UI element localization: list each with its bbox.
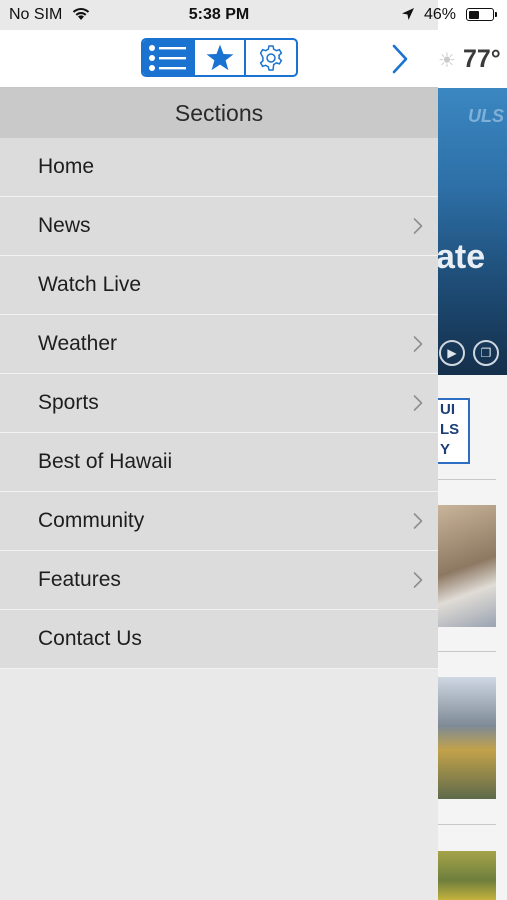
menu-item-label: Features bbox=[38, 568, 121, 591]
menu-item-contact-us[interactable]: Contact Us bbox=[0, 610, 438, 669]
ad-banner[interactable]: UI LS Y bbox=[438, 398, 470, 464]
menu-item-weather[interactable]: Weather bbox=[0, 315, 438, 374]
view-segmented-control[interactable] bbox=[141, 38, 298, 77]
menu-item-best-of-hawaii[interactable]: Best of Hawaii bbox=[0, 433, 438, 492]
divider bbox=[438, 479, 496, 480]
hero-headline: ate bbox=[438, 238, 486, 276]
sections-menu: Home News Watch Live Weather Sports Best of H… bbox=[0, 138, 438, 669]
sections-drawer: Sections Home News Watch Live Weather Sports… bbox=[0, 0, 438, 900]
weather-icon: ☀ bbox=[438, 50, 456, 72]
chevron-right-icon bbox=[413, 395, 423, 411]
favorites-tab[interactable] bbox=[195, 40, 247, 75]
story-thumbnail[interactable] bbox=[438, 851, 496, 900]
menu-item-label: Sports bbox=[38, 391, 99, 414]
hero-logo-text: ULS bbox=[468, 106, 504, 126]
menu-item-label: Home bbox=[38, 155, 95, 178]
status-bar: No SIM 5:38 PM 46% bbox=[0, 0, 507, 30]
menu-item-label: Best of Hawaii bbox=[38, 450, 173, 473]
drawer-toolbar bbox=[0, 30, 438, 88]
clock: 5:38 PM bbox=[188, 6, 250, 23]
gear-icon bbox=[259, 44, 283, 71]
star-icon bbox=[206, 44, 233, 70]
menu-item-community[interactable]: Community bbox=[0, 492, 438, 551]
menu-item-label: Contact Us bbox=[38, 627, 142, 650]
chevron-right-icon bbox=[413, 513, 423, 529]
story-thumbnail[interactable] bbox=[438, 677, 496, 799]
chevron-right-icon bbox=[413, 336, 423, 352]
battery-percent: 46% bbox=[424, 6, 457, 23]
temperature: 77° bbox=[463, 45, 501, 73]
menu-item-label: Community bbox=[38, 509, 145, 532]
sections-tab[interactable] bbox=[143, 40, 195, 75]
menu-item-label: Watch Live bbox=[38, 273, 142, 296]
battery-nub bbox=[495, 12, 497, 17]
divider bbox=[438, 651, 496, 652]
menu-item-features[interactable]: Features bbox=[0, 551, 438, 610]
divider bbox=[438, 824, 496, 825]
chevron-right-icon bbox=[413, 218, 423, 234]
settings-tab[interactable] bbox=[246, 40, 296, 75]
menu-item-label: News bbox=[38, 214, 91, 237]
menu-item-news[interactable]: News bbox=[0, 197, 438, 256]
menu-item-home[interactable]: Home bbox=[0, 138, 438, 197]
hero-image[interactable]: ULS ate ▶ ❐ bbox=[438, 88, 507, 375]
sections-header: Sections bbox=[0, 88, 438, 138]
story-thumbnail[interactable] bbox=[438, 505, 496, 627]
background-app[interactable]: ☀ 77° ULS ate ▶ ❐ UI LS Y bbox=[438, 0, 507, 900]
forward-button[interactable] bbox=[388, 40, 412, 78]
gallery-icon[interactable]: ❐ bbox=[473, 340, 499, 366]
battery-icon bbox=[466, 8, 497, 21]
menu-item-sports[interactable]: Sports bbox=[0, 374, 438, 433]
video-icon[interactable]: ▶ bbox=[439, 340, 465, 366]
menu-item-watch-live[interactable]: Watch Live bbox=[0, 256, 438, 315]
list-icon bbox=[148, 44, 186, 71]
battery-fill bbox=[468, 10, 479, 19]
location-arrow-icon bbox=[402, 8, 414, 20]
chevron-right-icon bbox=[392, 44, 408, 74]
chevron-right-icon bbox=[413, 572, 423, 588]
menu-item-label: Weather bbox=[38, 332, 117, 355]
